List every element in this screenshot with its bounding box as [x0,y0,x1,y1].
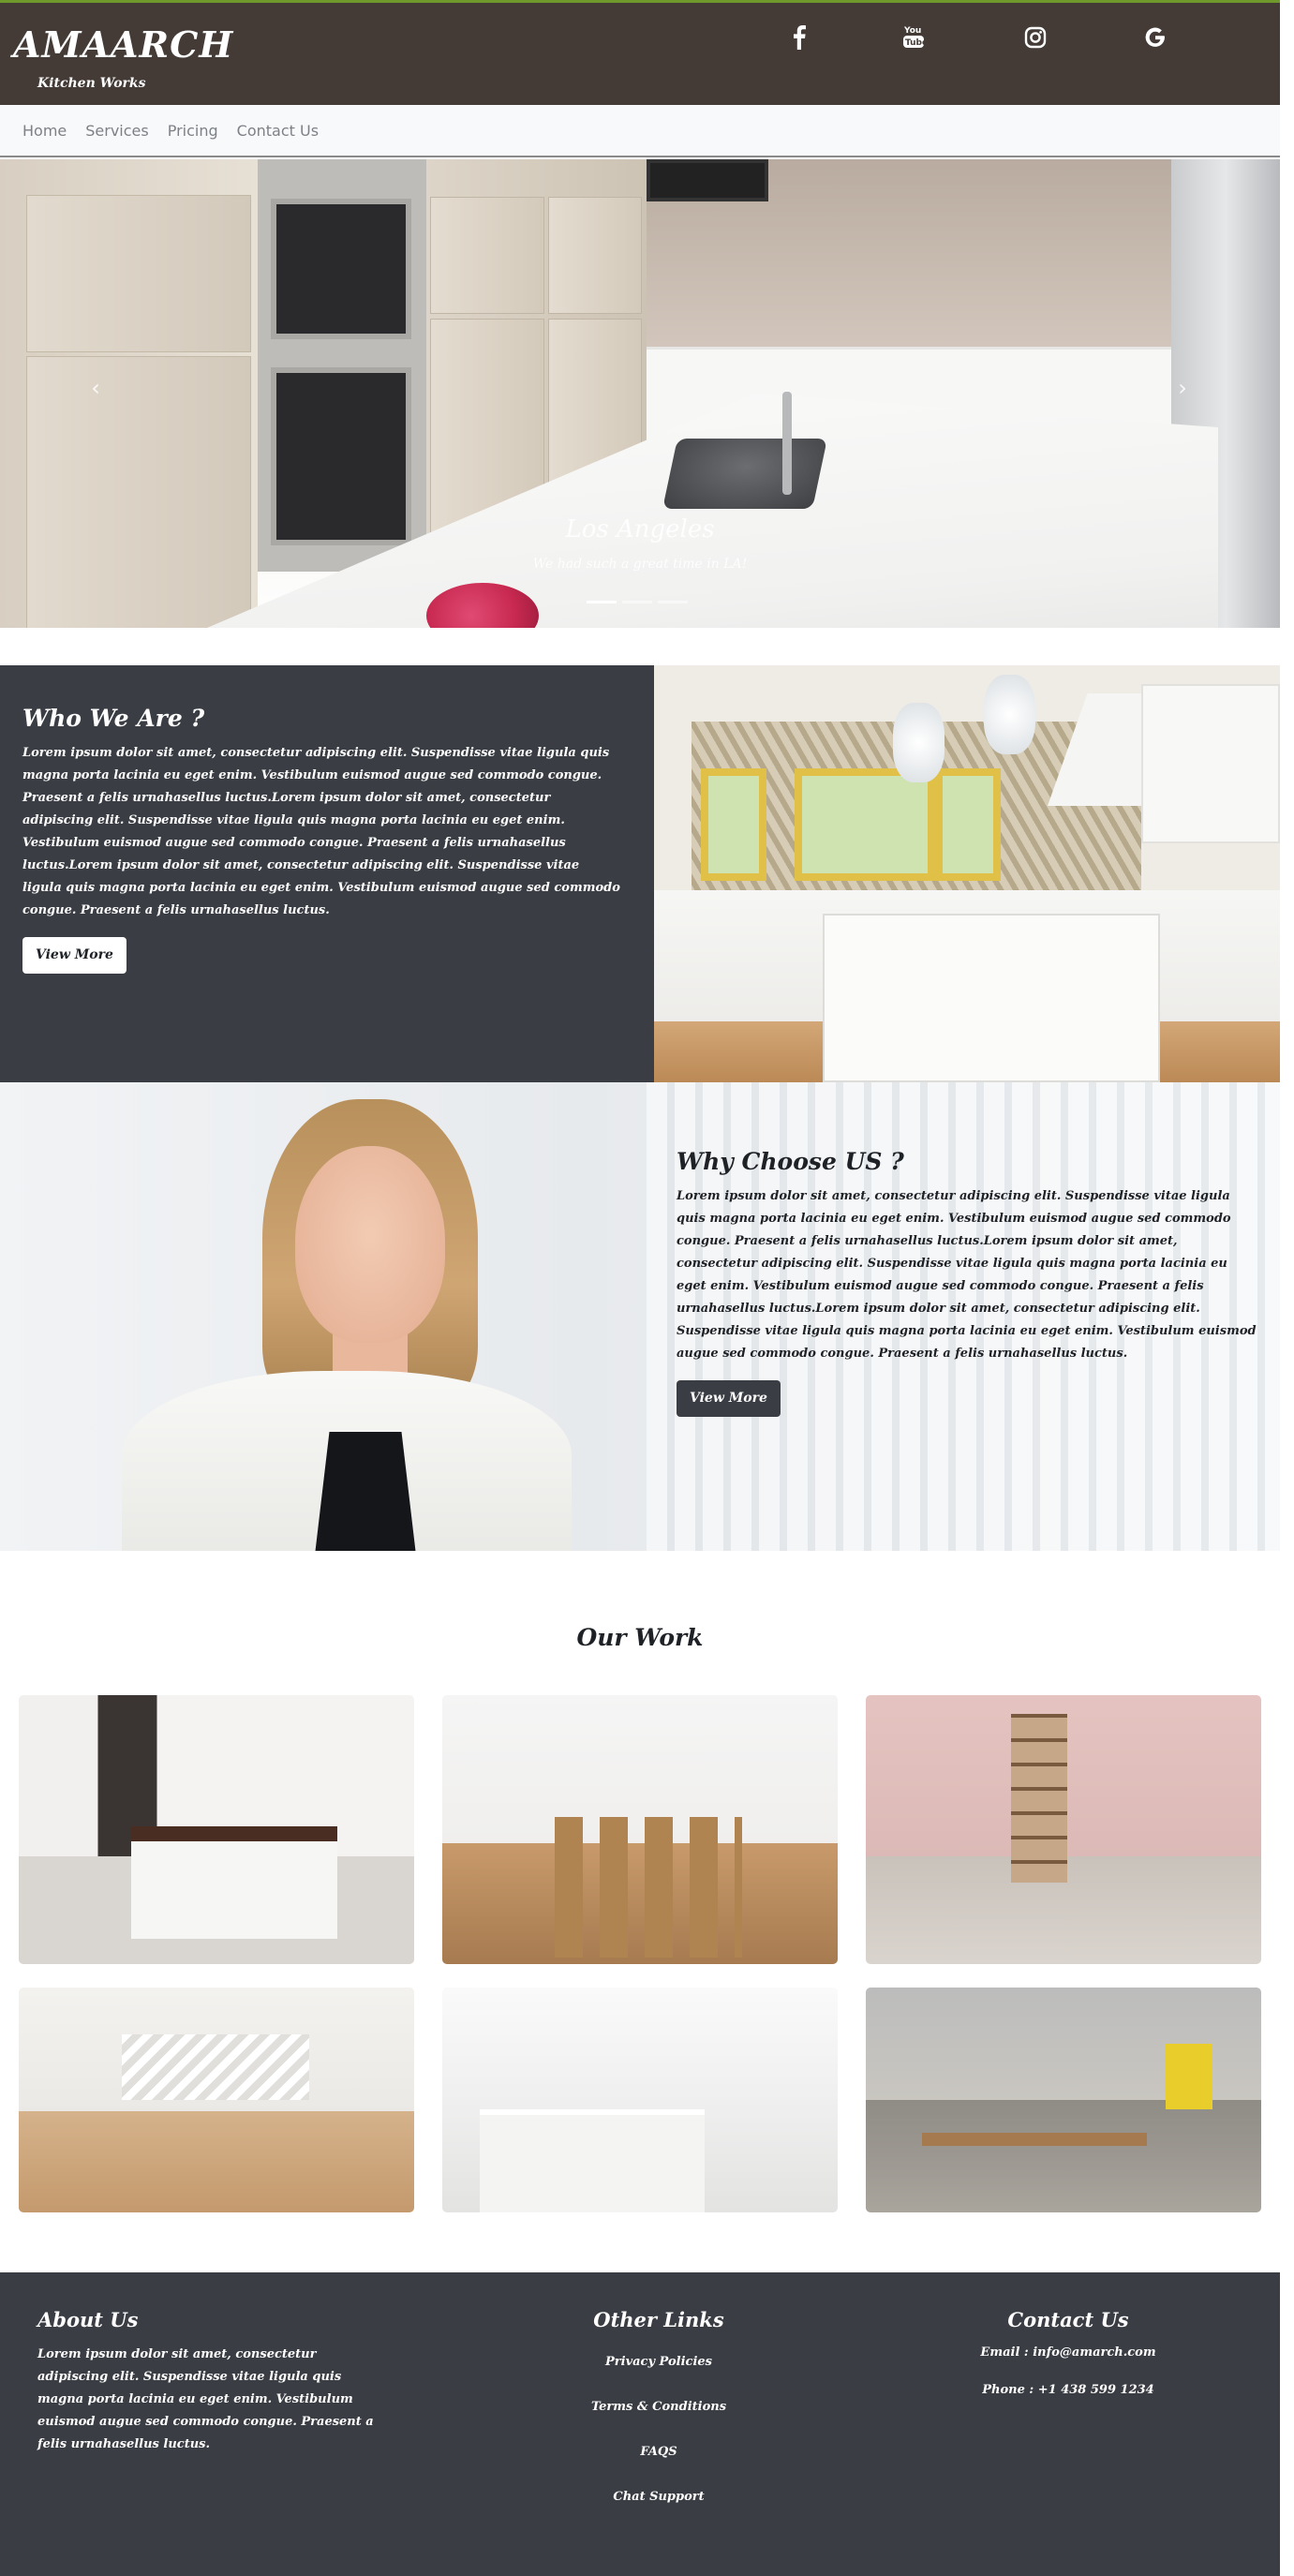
footer-email[interactable]: Email : info@amarch.com [928,2345,1209,2360]
chevron-left-icon: ‹ [91,375,100,401]
work-image-6[interactable] [866,1988,1261,2212]
nav-pricing[interactable]: Pricing [168,122,218,140]
site-tagline: Kitchen Works [37,76,146,91]
footer-about-text: Lorem ipsum dolor sit amet, consectetur … [37,2347,374,2451]
nav-home[interactable]: Home [22,122,67,140]
why-choose-us-section: Why Choose US ? Lorem ipsum dolor sit am… [0,1082,1280,1551]
work-image-2[interactable] [442,1695,838,1964]
facebook-icon[interactable] [785,23,813,52]
who-we-are-image [654,665,1280,1082]
carousel-indicator-3[interactable] [658,601,688,603]
hero-caption-title: Los Angeles [565,515,715,543]
footer-phone[interactable]: Phone : +1 438 599 1234 [928,2383,1209,2397]
why-choose-us-text: Lorem ipsum dolor sit amet, consectetur … [677,1189,1257,1361]
why-view-more-button[interactable]: View More [677,1380,781,1417]
who-we-are-title: Who We Are ? [22,705,205,732]
woman-portrait-image [122,1099,572,1551]
work-image-5[interactable] [442,1988,838,2212]
footer-links-title: Other Links [593,2308,724,2331]
svg-text:Tube: Tube [905,38,925,48]
svg-text:You: You [903,26,921,36]
work-image-4[interactable] [19,1988,414,2212]
who-we-are-section: Who We Are ? Lorem ipsum dolor sit amet,… [0,665,1280,1082]
footer-link-chat-support[interactable]: Chat Support [525,2490,793,2504]
footer-about-title: About Us [37,2308,139,2331]
site-footer: About Us Lorem ipsum dolor sit amet, con… [0,2272,1280,2576]
carousel-prev-button[interactable]: ‹ [84,377,107,399]
footer-link-privacy[interactable]: Privacy Policies [525,2355,793,2369]
work-image-3[interactable] [866,1695,1261,1964]
chevron-right-icon: › [1178,375,1187,401]
instagram-icon[interactable] [1021,23,1049,52]
hero-caption-text: We had such a great time in LA! [532,557,748,572]
youtube-icon[interactable]: You Tube [900,23,928,52]
main-navbar: Home Services Pricing Contact Us [0,105,1280,157]
carousel-indicator-1[interactable] [587,601,617,603]
who-we-are-text: Lorem ipsum dolor sit amet, consectetur … [22,746,620,917]
google-icon[interactable] [1141,23,1169,52]
footer-contact-title: Contact Us [1007,2308,1129,2331]
our-work-title: Our Work [576,1624,704,1651]
hero-carousel: Los Angeles We had such a great time in … [0,159,1280,628]
carousel-indicators [587,601,688,603]
who-we-are-panel: Who We Are ? Lorem ipsum dolor sit amet,… [0,665,654,1082]
footer-link-faqs[interactable]: FAQS [525,2445,793,2459]
carousel-indicator-2[interactable] [622,601,652,603]
nav-services[interactable]: Services [85,122,148,140]
site-logo[interactable]: AMAARCH [13,23,233,66]
carousel-next-button[interactable]: › [1171,377,1194,399]
work-image-1[interactable] [19,1695,414,1964]
why-choose-us-title: Why Choose US ? [677,1148,904,1175]
footer-link-terms[interactable]: Terms & Conditions [525,2400,793,2414]
top-header: AMAARCH Kitchen Works You Tube [0,0,1280,105]
who-view-more-button[interactable]: View More [22,937,126,974]
nav-contact-us[interactable]: Contact Us [237,122,319,140]
